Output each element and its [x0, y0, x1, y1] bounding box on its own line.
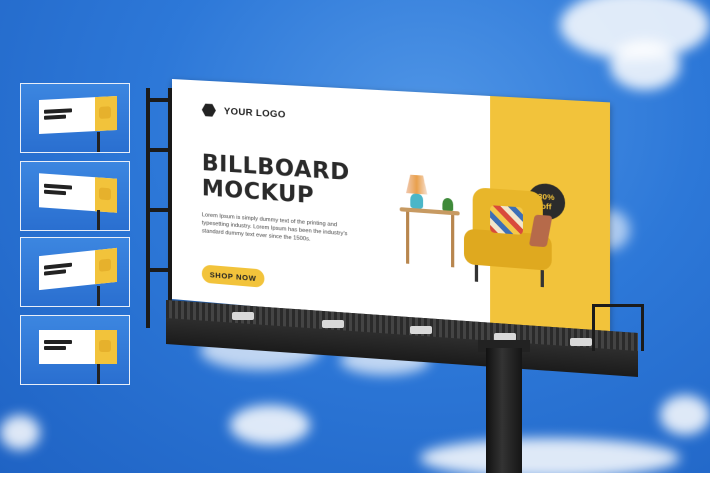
mini-billboard: [39, 330, 117, 364]
spotlight-icon: [232, 312, 254, 320]
spotlight-icon: [570, 338, 592, 346]
cloud: [610, 40, 680, 90]
cloud: [230, 405, 310, 445]
thumbnail-1[interactable]: [20, 83, 130, 153]
lamp-icon: [406, 174, 427, 194]
mini-billboard: [39, 248, 117, 290]
table-leg: [451, 215, 454, 267]
chair-leg: [541, 270, 544, 287]
pillow: [490, 205, 523, 235]
plant-icon: [442, 198, 453, 211]
hexagon-logo-icon: [202, 103, 216, 118]
lamp-base: [410, 193, 423, 208]
cloud: [660, 395, 710, 435]
thumbnail-4[interactable]: [20, 315, 130, 385]
body-copy: Lorem Ipsum is simply dummy text of the …: [202, 211, 366, 248]
table-leg: [406, 212, 409, 264]
billboard-pole: [486, 348, 522, 473]
logo-text: YOUR LOGO: [224, 105, 286, 120]
mini-billboard: [39, 173, 117, 212]
shop-now-button[interactable]: SHOP NOW: [202, 264, 265, 287]
chair-leg: [475, 265, 478, 282]
headline: BILLBOARD MOCKUP: [202, 151, 350, 212]
railing: [592, 304, 644, 351]
mini-billboard: [39, 96, 117, 134]
thumbnail-3[interactable]: [20, 237, 130, 307]
thumbnail-2[interactable]: [20, 161, 130, 231]
cloud: [0, 415, 40, 450]
cloud: [420, 438, 680, 478]
logo: YOUR LOGO: [202, 103, 286, 122]
spotlight-icon: [322, 320, 344, 328]
billboard-face: YOUR LOGO BILLBOARD MOCKUP Lorem Ipsum i…: [172, 79, 610, 337]
spotlight-icon: [410, 326, 432, 334]
